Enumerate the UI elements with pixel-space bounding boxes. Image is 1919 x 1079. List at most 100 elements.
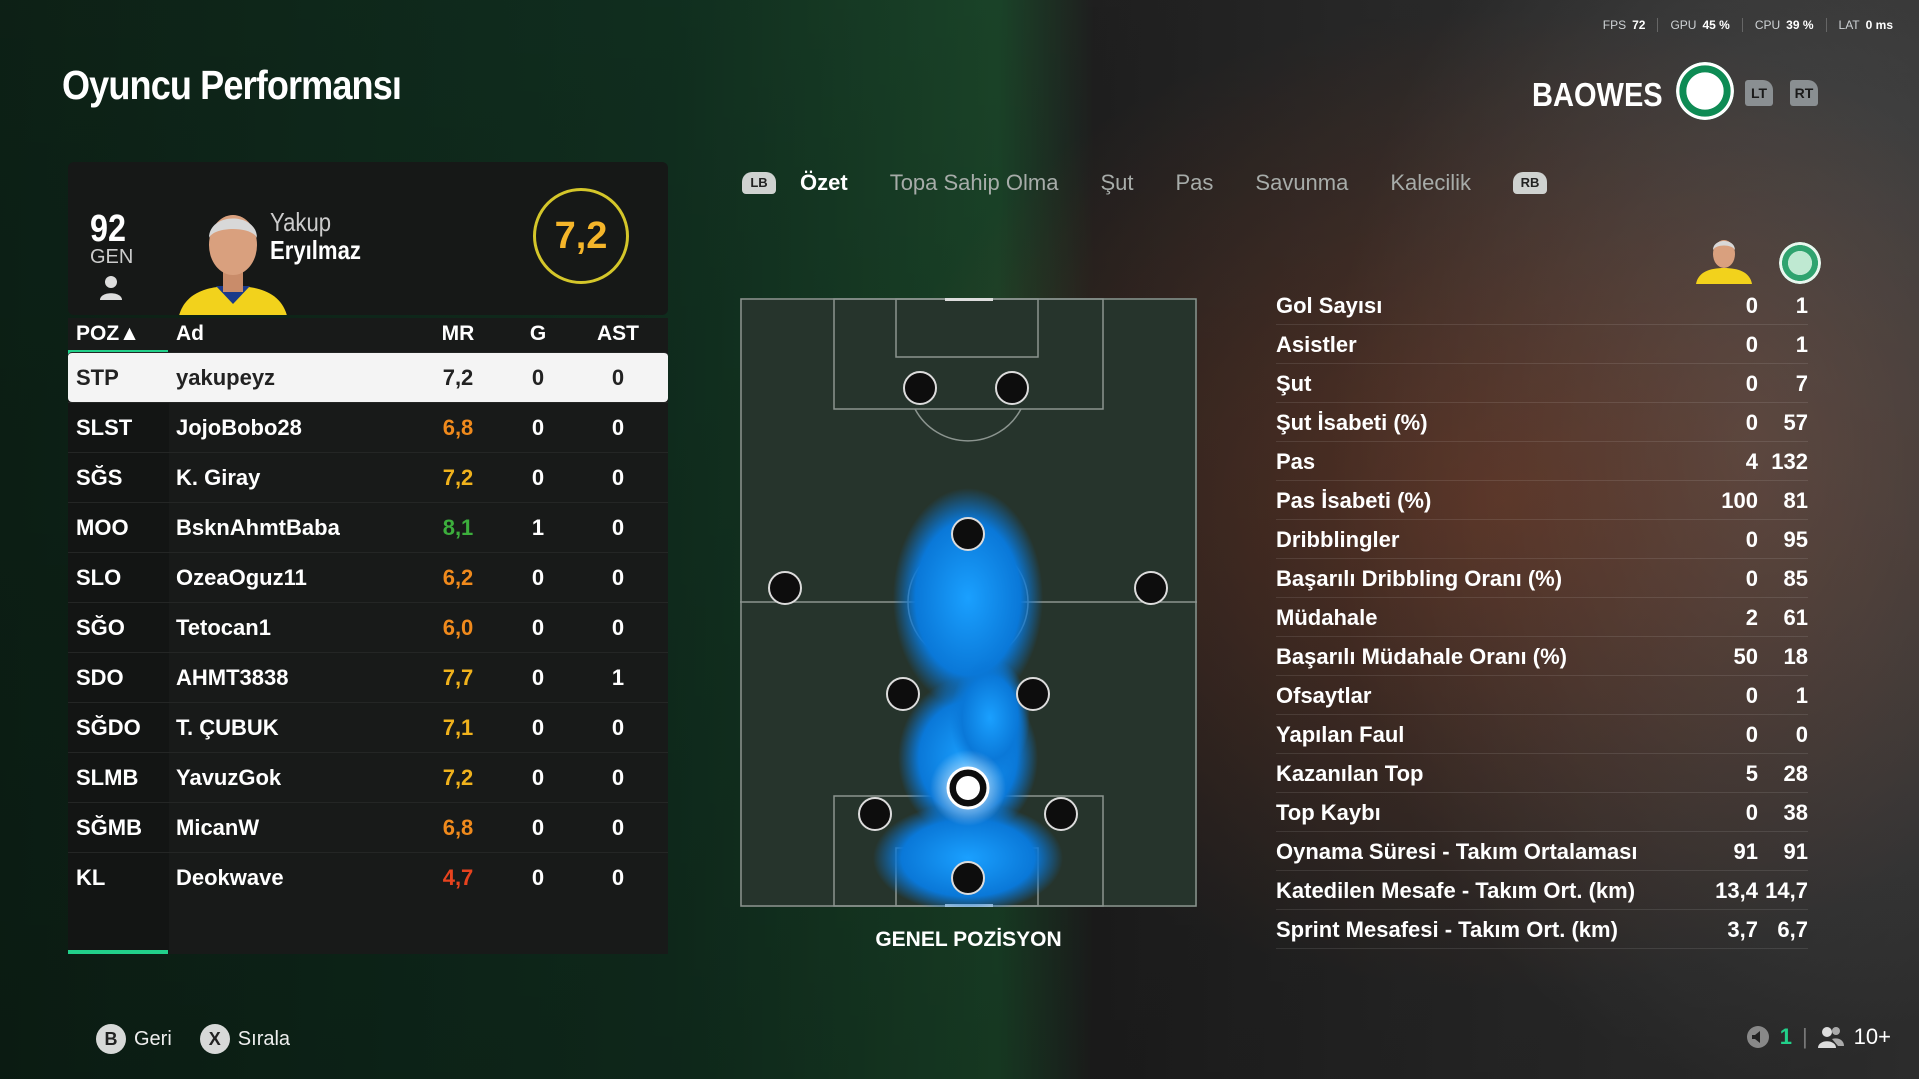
hud-lat-value: 0 ms bbox=[1865, 18, 1893, 32]
header-ast[interactable]: AST bbox=[588, 322, 648, 346]
row-match-rating: 6,8 bbox=[442, 815, 474, 840]
row-assists: 0 bbox=[611, 465, 625, 490]
row-position: SLST bbox=[76, 415, 133, 440]
stat-label: Kazanılan Top bbox=[1276, 761, 1424, 786]
team-column-badge-icon bbox=[1779, 242, 1821, 284]
stat-row: Top Kaybı 0 38 bbox=[1276, 793, 1808, 832]
row-match-rating: 7,1 bbox=[442, 715, 474, 740]
stat-row: Başarılı Müdahale Oranı (%) 50 18 bbox=[1276, 637, 1808, 676]
row-position: SĞDO bbox=[76, 715, 141, 740]
table-row[interactable]: SĞO Tetocan1 6,0 0 0 bbox=[68, 602, 668, 652]
row-position: MOO bbox=[76, 515, 129, 540]
player-card: 92 GEN Yakup Eryılmaz 7,2 bbox=[68, 162, 668, 315]
stat-team-value: 81 bbox=[1783, 488, 1808, 513]
table-row[interactable]: SĞMB MicanW 6,8 0 0 bbox=[68, 802, 668, 852]
sort-label[interactable]: Sırala bbox=[238, 1028, 290, 1051]
rb-button[interactable]: RB bbox=[1513, 172, 1548, 194]
row-match-rating: 7,2 bbox=[442, 765, 474, 790]
row-goals: 0 bbox=[531, 865, 545, 890]
table-header: POZ▲ Ad MR G AST bbox=[68, 318, 668, 354]
hud-fps-label: FPS bbox=[1602, 18, 1627, 32]
stat-label: Müdahale bbox=[1276, 605, 1378, 630]
tab-savunma[interactable]: Savunma bbox=[1255, 170, 1348, 196]
tab-sut[interactable]: Şut bbox=[1100, 170, 1133, 196]
stat-team-value: 85 bbox=[1783, 566, 1808, 591]
row-assists: 0 bbox=[611, 715, 625, 740]
stat-label: Oynama Süresi - Takım Ortalaması bbox=[1276, 839, 1638, 864]
page-title: Oyuncu Performansı bbox=[62, 62, 402, 108]
row-player-name: YavuzGok bbox=[176, 765, 282, 790]
stat-row: Kazanılan Top 5 28 bbox=[1276, 754, 1808, 793]
hud-lat-label: LAT bbox=[1838, 18, 1860, 32]
stat-label: Başarılı Müdahale Oranı (%) bbox=[1276, 644, 1567, 669]
row-assists: 0 bbox=[611, 865, 625, 890]
row-goals: 0 bbox=[531, 765, 545, 790]
table-bottom-indicator bbox=[68, 950, 168, 954]
row-goals: 1 bbox=[531, 515, 545, 540]
x-button-icon[interactable]: X bbox=[199, 1024, 230, 1054]
row-position: SLMB bbox=[76, 765, 139, 790]
row-match-rating: 6,8 bbox=[442, 415, 474, 440]
header-name[interactable]: Ad bbox=[176, 322, 204, 346]
table-row[interactable]: SLMB YavuzGok 7,2 0 0 bbox=[68, 752, 668, 802]
footer-controls: B Geri X Sırala bbox=[96, 1024, 318, 1054]
lt-button[interactable]: LT bbox=[1745, 80, 1773, 106]
hud-fps: FPS 72 bbox=[1591, 18, 1658, 32]
tab-kalecilik[interactable]: Kalecilik bbox=[1390, 170, 1471, 196]
stat-label: Yapılan Faul bbox=[1276, 722, 1405, 747]
table-row[interactable]: SDO AHMT3838 7,7 0 1 bbox=[68, 652, 668, 702]
row-match-rating: 7,2 bbox=[442, 465, 474, 490]
stat-row: Pas 4 132 bbox=[1276, 442, 1808, 481]
table-row[interactable]: KL Deokwave 4,7 0 0 bbox=[68, 852, 668, 902]
stat-row: Pas İsabeti (%) 100 81 bbox=[1276, 481, 1808, 520]
table-row[interactable]: MOO BsknAhmtBaba 8,1 1 0 bbox=[68, 502, 668, 552]
stat-label: Şut İsabeti (%) bbox=[1276, 410, 1428, 435]
lb-button[interactable]: LB bbox=[742, 172, 776, 194]
player-overall: 92 bbox=[90, 208, 126, 250]
tab-pas[interactable]: Pas bbox=[1175, 170, 1213, 196]
table-row[interactable]: SĞS K. Giray 7,2 0 0 bbox=[68, 452, 668, 502]
back-label[interactable]: Geri bbox=[134, 1028, 172, 1051]
tab-ozet[interactable]: Özet bbox=[800, 170, 848, 196]
stats-tabs: LB Özet Topa Sahip Olma Şut Pas Savunma … bbox=[742, 170, 1548, 196]
club-badge-icon bbox=[1676, 62, 1734, 120]
table-row[interactable]: STP yakupeyz 7,2 0 0 bbox=[68, 352, 668, 402]
stat-team-value: 61 bbox=[1783, 605, 1808, 630]
row-goals: 0 bbox=[531, 365, 545, 390]
row-goals: 0 bbox=[531, 465, 545, 490]
row-match-rating: 7,7 bbox=[442, 665, 474, 690]
stat-team-value: 1 bbox=[1795, 332, 1808, 357]
overall-label: GEN bbox=[90, 246, 134, 268]
table-row[interactable]: SĞDO T. ÇUBUK 7,1 0 0 bbox=[68, 702, 668, 752]
stat-label: Başarılı Dribbling Oranı (%) bbox=[1276, 566, 1563, 591]
row-player-name: AHMT3838 bbox=[176, 665, 289, 690]
network-status: 1 | 10+ bbox=[1746, 1024, 1891, 1050]
players-count: 10+ bbox=[1853, 1024, 1891, 1049]
selected-player-dot bbox=[956, 776, 980, 800]
player-last-name: Eryılmaz bbox=[270, 235, 361, 265]
row-goals: 0 bbox=[531, 665, 545, 690]
row-match-rating: 7,2 bbox=[442, 365, 474, 390]
table-body: STP yakupeyz 7,2 0 0 SLST JojoBobo28 6,8 0 0 SĞS K.… bbox=[68, 352, 668, 902]
row-assists: 0 bbox=[611, 815, 625, 840]
stat-team-value: 18 bbox=[1783, 644, 1808, 669]
table-row[interactable]: SLST JojoBobo28 6,8 0 0 bbox=[68, 402, 668, 452]
stat-team-value: 1 bbox=[1795, 683, 1808, 708]
b-button-icon[interactable]: B bbox=[96, 1024, 126, 1054]
header-pos[interactable]: POZ▲ bbox=[76, 322, 140, 346]
row-goals: 0 bbox=[531, 615, 545, 640]
stat-team-value: 91 bbox=[1783, 839, 1808, 864]
tab-topa-sahip-olma[interactable]: Topa Sahip Olma bbox=[890, 170, 1059, 196]
row-position: SĞMB bbox=[76, 815, 142, 840]
player-column-avatar bbox=[1696, 240, 1752, 284]
stat-row: Şut 0 7 bbox=[1276, 364, 1808, 403]
row-player-name: JojoBobo28 bbox=[176, 415, 302, 440]
row-assists: 1 bbox=[611, 665, 625, 690]
table-row[interactable]: SLO OzeaOguz11 6,2 0 0 bbox=[68, 552, 668, 602]
rt-button[interactable]: RT bbox=[1790, 80, 1818, 106]
row-position: KL bbox=[76, 865, 106, 890]
header-g[interactable]: G bbox=[508, 322, 568, 346]
header-mr[interactable]: MR bbox=[428, 322, 488, 346]
stat-row: Şut İsabeti (%) 0 57 bbox=[1276, 403, 1808, 442]
stat-team-value: 57 bbox=[1783, 410, 1808, 435]
